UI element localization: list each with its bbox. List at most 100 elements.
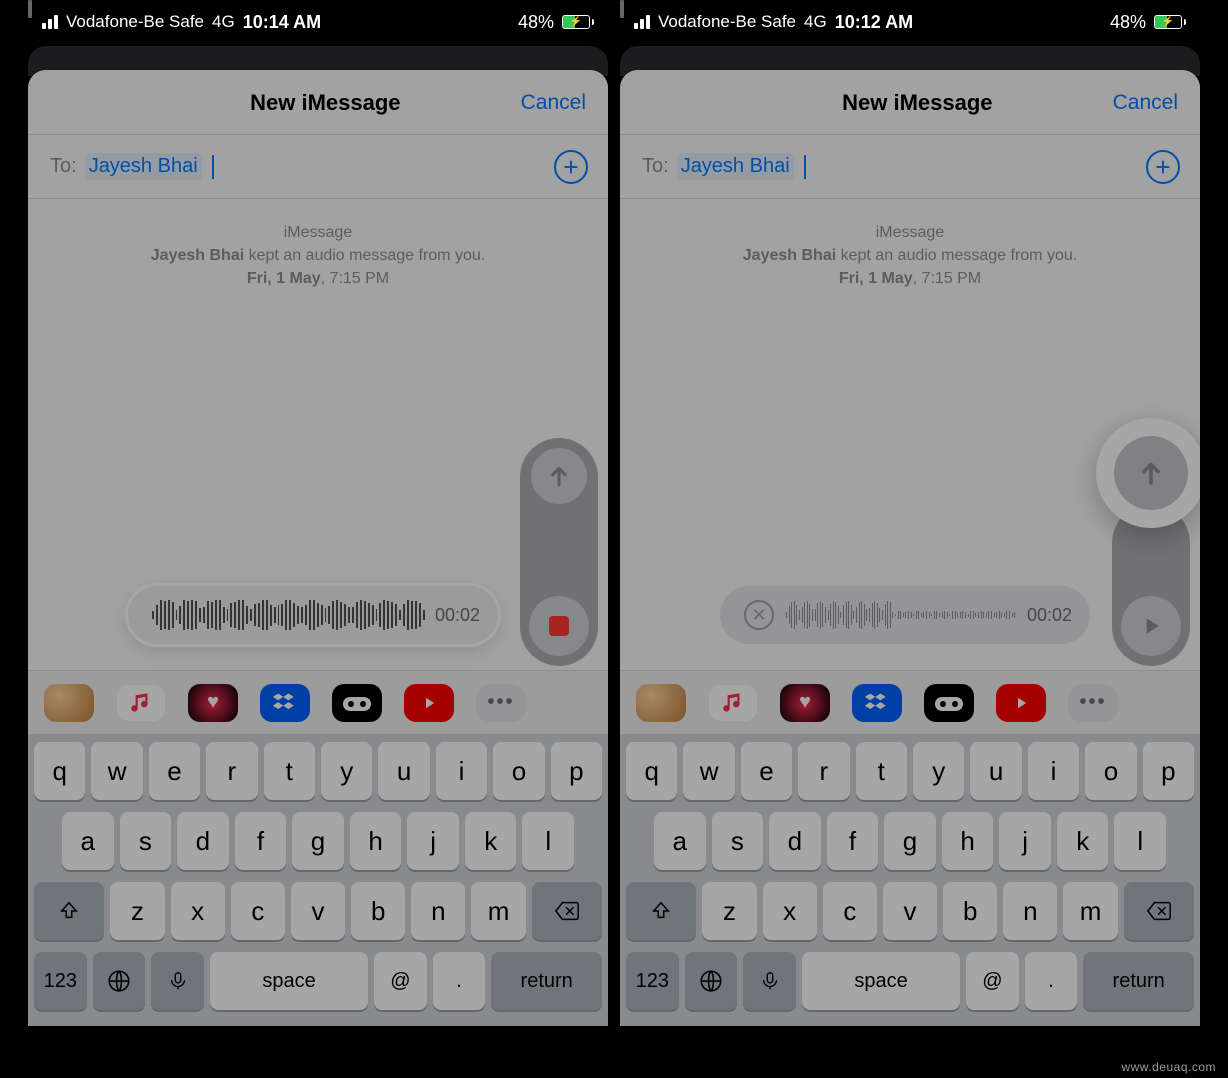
- key-e[interactable]: e: [149, 742, 200, 800]
- numbers-key[interactable]: 123: [626, 952, 679, 1010]
- key-y[interactable]: y: [321, 742, 372, 800]
- send-bubble-button[interactable]: [1114, 436, 1188, 510]
- key-t[interactable]: t: [856, 742, 907, 800]
- key-j[interactable]: j: [407, 812, 459, 870]
- key-q[interactable]: q: [34, 742, 85, 800]
- dot-key[interactable]: .: [433, 952, 486, 1010]
- play-button[interactable]: [1121, 596, 1181, 656]
- cancel-button[interactable]: Cancel: [1113, 91, 1178, 115]
- key-e[interactable]: e: [741, 742, 792, 800]
- audio-pill[interactable]: ✕ 00:02: [720, 586, 1090, 644]
- key-w[interactable]: w: [91, 742, 142, 800]
- photos-app-icon[interactable]: ♥: [780, 684, 830, 722]
- key-x[interactable]: x: [763, 882, 817, 940]
- key-n[interactable]: n: [1003, 882, 1057, 940]
- more-apps-button[interactable]: •••: [476, 684, 526, 722]
- key-u[interactable]: u: [378, 742, 429, 800]
- key-t[interactable]: t: [264, 742, 315, 800]
- key-o[interactable]: o: [1085, 742, 1136, 800]
- key-w[interactable]: w: [683, 742, 734, 800]
- music-app-icon[interactable]: [116, 684, 166, 722]
- recipient-chip[interactable]: Jayesh Bhai: [677, 153, 794, 180]
- space-key[interactable]: space: [210, 952, 368, 1010]
- key-v[interactable]: v: [291, 882, 345, 940]
- key-s[interactable]: s: [712, 812, 764, 870]
- gamecenter-app-icon[interactable]: [924, 684, 974, 722]
- key-m[interactable]: m: [1063, 882, 1117, 940]
- send-bubble-button[interactable]: [531, 448, 587, 504]
- key-x[interactable]: x: [171, 882, 225, 940]
- key-l[interactable]: l: [1114, 812, 1166, 870]
- key-k[interactable]: k: [465, 812, 517, 870]
- key-y[interactable]: y: [913, 742, 964, 800]
- key-q[interactable]: q: [626, 742, 677, 800]
- key-b[interactable]: b: [943, 882, 997, 940]
- return-key[interactable]: return: [1083, 952, 1194, 1010]
- globe-key[interactable]: [685, 952, 738, 1010]
- key-p[interactable]: p: [551, 742, 602, 800]
- shift-key[interactable]: [34, 882, 104, 940]
- key-s[interactable]: s: [120, 812, 172, 870]
- key-h[interactable]: h: [942, 812, 994, 870]
- gamecenter-app-icon[interactable]: [332, 684, 382, 722]
- key-h[interactable]: h: [350, 812, 402, 870]
- key-c[interactable]: c: [231, 882, 285, 940]
- key-o[interactable]: o: [493, 742, 544, 800]
- key-k[interactable]: k: [1057, 812, 1109, 870]
- add-contact-button[interactable]: +: [554, 150, 588, 184]
- dot-key[interactable]: .: [1025, 952, 1078, 1010]
- key-m[interactable]: m: [471, 882, 525, 940]
- key-c[interactable]: c: [823, 882, 877, 940]
- music-app-icon[interactable]: [708, 684, 758, 722]
- key-a[interactable]: a: [654, 812, 706, 870]
- key-j[interactable]: j: [999, 812, 1051, 870]
- key-d[interactable]: d: [769, 812, 821, 870]
- audio-control[interactable]: [1112, 504, 1190, 666]
- to-field[interactable]: To: Jayesh Bhai +: [28, 134, 608, 199]
- youtube-app-icon[interactable]: [404, 684, 454, 722]
- key-z[interactable]: z: [110, 882, 164, 940]
- add-contact-button[interactable]: +: [1146, 150, 1180, 184]
- key-b[interactable]: b: [351, 882, 405, 940]
- dictation-key[interactable]: [151, 952, 204, 1010]
- key-r[interactable]: r: [206, 742, 257, 800]
- cancel-button[interactable]: Cancel: [521, 91, 586, 115]
- dropbox-app-icon[interactable]: [852, 684, 902, 722]
- stop-record-button[interactable]: [529, 596, 589, 656]
- key-d[interactable]: d: [177, 812, 229, 870]
- recipient-chip[interactable]: Jayesh Bhai: [85, 153, 202, 180]
- key-n[interactable]: n: [411, 882, 465, 940]
- key-v[interactable]: v: [883, 882, 937, 940]
- key-p[interactable]: p: [1143, 742, 1194, 800]
- memoji-app-icon[interactable]: [636, 684, 686, 722]
- key-l[interactable]: l: [522, 812, 574, 870]
- globe-key[interactable]: [93, 952, 146, 1010]
- dictation-key[interactable]: [743, 952, 796, 1010]
- key-z[interactable]: z: [702, 882, 756, 940]
- return-key[interactable]: return: [491, 952, 602, 1010]
- memoji-app-icon[interactable]: [44, 684, 94, 722]
- key-i[interactable]: i: [1028, 742, 1079, 800]
- at-key[interactable]: @: [374, 952, 427, 1010]
- delete-key[interactable]: [532, 882, 602, 940]
- shift-key[interactable]: [626, 882, 696, 940]
- key-g[interactable]: g: [884, 812, 936, 870]
- discard-audio-button[interactable]: ✕: [744, 600, 774, 630]
- key-u[interactable]: u: [970, 742, 1021, 800]
- key-i[interactable]: i: [436, 742, 487, 800]
- key-f[interactable]: f: [827, 812, 879, 870]
- to-field[interactable]: To: Jayesh Bhai +: [620, 134, 1200, 199]
- dropbox-app-icon[interactable]: [260, 684, 310, 722]
- youtube-app-icon[interactable]: [996, 684, 1046, 722]
- key-r[interactable]: r: [798, 742, 849, 800]
- numbers-key[interactable]: 123: [34, 952, 87, 1010]
- space-key[interactable]: space: [802, 952, 960, 1010]
- record-control[interactable]: [520, 438, 598, 666]
- key-g[interactable]: g: [292, 812, 344, 870]
- photos-app-icon[interactable]: ♥: [188, 684, 238, 722]
- at-key[interactable]: @: [966, 952, 1019, 1010]
- key-f[interactable]: f: [235, 812, 287, 870]
- key-a[interactable]: a: [62, 812, 114, 870]
- delete-key[interactable]: [1124, 882, 1194, 940]
- more-apps-button[interactable]: •••: [1068, 684, 1118, 722]
